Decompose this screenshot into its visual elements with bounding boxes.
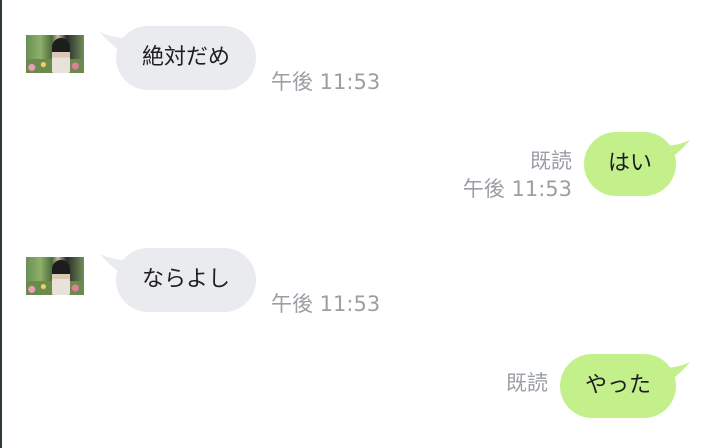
message-text: はい — [607, 151, 652, 176]
message-bubble-incoming[interactable]: ならよし — [116, 248, 256, 312]
avatar[interactable] — [26, 257, 84, 295]
bubble-tail-outgoing — [662, 362, 690, 386]
chat-view: 絶対だめ 午後 11:53 既読 午後 11:53 はい ならよし 午後 11:… — [0, 0, 708, 448]
message-bubble-outgoing[interactable]: やった — [560, 354, 676, 418]
message-text: 絶対だめ — [141, 45, 230, 70]
window-border — [0, 0, 2, 448]
message-text: ならよし — [141, 267, 230, 292]
read-receipt: 既読 — [506, 371, 548, 395]
avatar-person — [52, 38, 70, 73]
message-text: やった — [584, 373, 651, 398]
avatar[interactable] — [26, 35, 84, 73]
message-bubble-incoming[interactable]: 絶対だめ — [116, 26, 256, 90]
bubble-tail-outgoing — [662, 140, 690, 164]
message-timestamp: 午後 11:53 — [462, 177, 572, 201]
avatar-person — [52, 260, 70, 295]
message-timestamp: 午後 11:53 — [271, 70, 381, 94]
read-receipt: 既読 — [530, 149, 572, 173]
message-timestamp: 午後 11:53 — [271, 292, 381, 316]
